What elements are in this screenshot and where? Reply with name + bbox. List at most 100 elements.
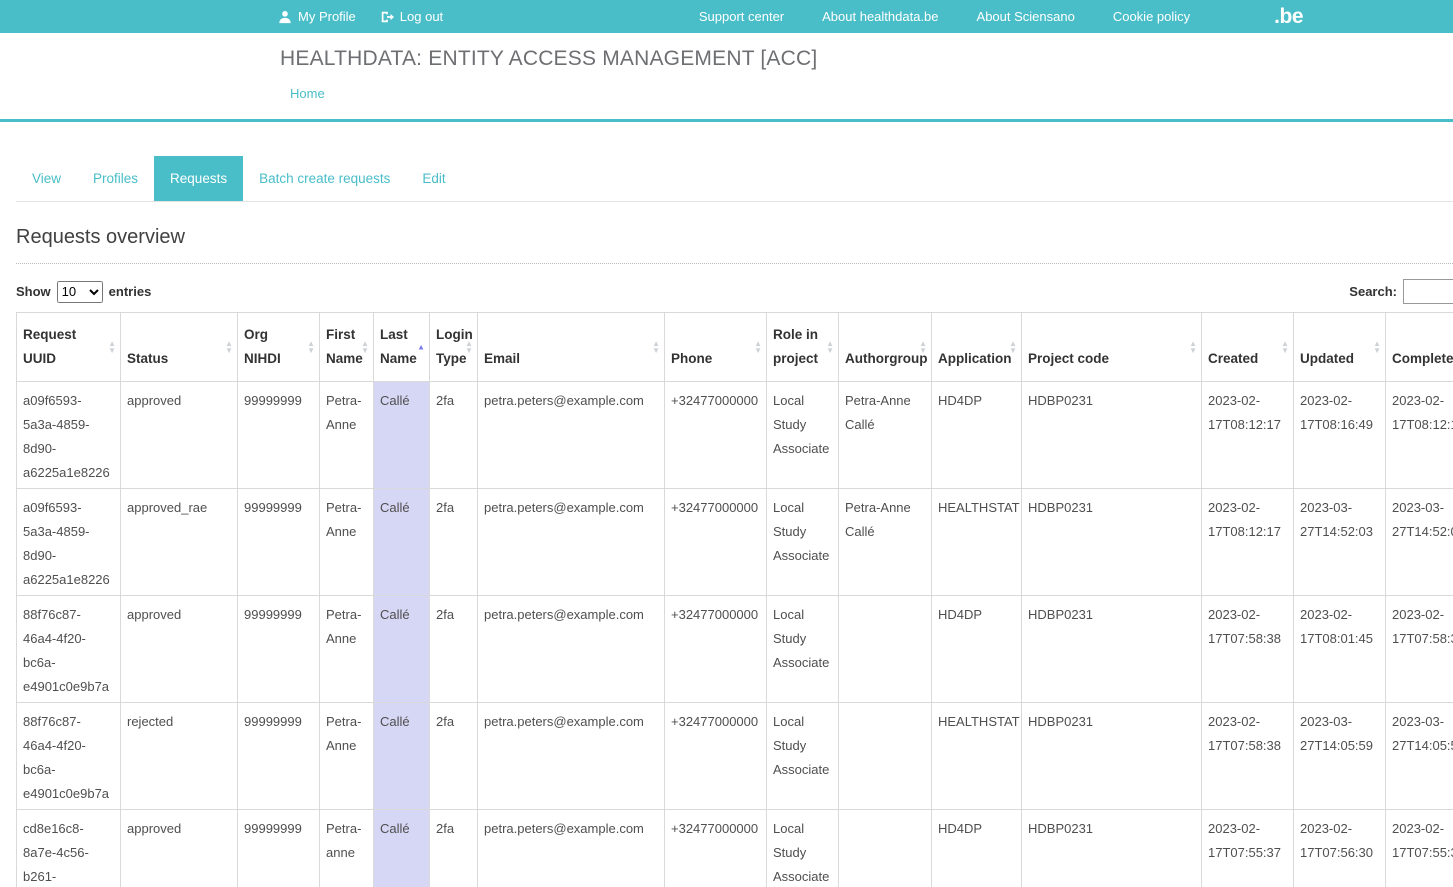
cell-updated: 2023-03-27T14:05:59 — [1294, 703, 1386, 810]
column-label: Last Name — [380, 327, 417, 366]
topbar: My Profile Log out Support center About … — [0, 0, 1453, 33]
search-input[interactable] — [1403, 279, 1453, 304]
about-sciensano-link[interactable]: About Sciensano — [977, 9, 1075, 24]
cell-login-type: 2fa — [430, 810, 478, 887]
column-label: Updated — [1300, 351, 1354, 366]
table-row: a09f6593-5a3a-4859-8d90-a6225a1e8226 app… — [17, 489, 1453, 596]
sort-toggle-icon — [1189, 340, 1197, 354]
cell-login-type: 2fa — [430, 489, 478, 596]
logout-label: Log out — [400, 9, 443, 24]
cell-login-type: 2fa — [430, 382, 478, 489]
cell-first-name: Petra-anne — [320, 810, 374, 887]
be-logo: .be — [1274, 5, 1303, 29]
tab-bar: View Profiles Requests Batch create requ… — [16, 156, 1453, 202]
tab-batch-create-requests[interactable]: Batch create requests — [243, 156, 406, 201]
sort-toggle-icon — [919, 340, 927, 354]
logout-link[interactable]: Log out — [380, 9, 443, 24]
column-header-created[interactable]: Created — [1202, 313, 1294, 382]
topbar-right-nav: Support center About healthdata.be About… — [699, 5, 1303, 29]
cell-org-nihdi: 99999999 — [238, 382, 320, 489]
cell-last-name: Callé — [374, 382, 430, 489]
cell-project-code: HDBP0231 — [1022, 703, 1202, 810]
cell-completed: 2023-02-17T07:55:37 — [1386, 810, 1453, 887]
cell-email: petra.peters@example.com — [478, 596, 665, 703]
my-profile-link[interactable]: My Profile — [278, 9, 356, 24]
support-center-link[interactable]: Support center — [699, 9, 784, 24]
section-heading: Requests overview — [16, 226, 1453, 264]
cell-email: petra.peters@example.com — [478, 810, 665, 887]
cell-org-nihdi: 99999999 — [238, 810, 320, 887]
cell-role-in-project: Local Study Associate — [767, 489, 839, 596]
sort-toggle-icon — [1373, 340, 1381, 354]
column-label: Org NIHDI — [244, 327, 281, 366]
table-controls: Show 10 entries Search: — [16, 279, 1453, 304]
cookie-policy-link[interactable]: Cookie policy — [1113, 9, 1190, 24]
cell-first-name: Petra-Anne — [320, 382, 374, 489]
column-header-request-uuid[interactable]: Request UUID — [17, 313, 121, 382]
tab-view[interactable]: View — [16, 156, 77, 201]
column-label: Authorgroup — [845, 351, 927, 366]
sort-toggle-icon — [465, 340, 473, 354]
cell-status: rejected — [121, 703, 238, 810]
cell-updated: 2023-02-17T07:56:30 — [1294, 810, 1386, 887]
column-header-project-code[interactable]: Project code — [1022, 313, 1202, 382]
my-profile-label: My Profile — [298, 9, 356, 24]
column-label: Status — [127, 351, 168, 366]
table-row: cd8e16c8-8a7e-4c56-b261-e1ff2d23270a app… — [17, 810, 1453, 887]
cell-authorgroup: Petra-Anne Callé — [839, 489, 932, 596]
column-header-completed[interactable]: Completed — [1386, 313, 1453, 382]
search-control: Search: — [1349, 279, 1453, 304]
tab-edit[interactable]: Edit — [406, 156, 461, 201]
column-label: Phone — [671, 351, 712, 366]
cell-status: approved — [121, 382, 238, 489]
sort-toggle-icon — [652, 340, 660, 354]
cell-application: HD4DP — [932, 596, 1022, 703]
cell-phone: +32477000000 — [665, 810, 767, 887]
column-label: Created — [1208, 351, 1258, 366]
cell-completed: 2023-03-27T14:52:03 — [1386, 489, 1453, 596]
column-header-first-name[interactable]: First Name — [320, 313, 374, 382]
breadcrumb-home-link[interactable]: Home — [290, 86, 325, 101]
cell-phone: +32477000000 — [665, 382, 767, 489]
cell-project-code: HDBP0231 — [1022, 489, 1202, 596]
cell-first-name: Petra-Anne — [320, 596, 374, 703]
cell-email: petra.peters@example.com — [478, 703, 665, 810]
cell-org-nihdi: 99999999 — [238, 596, 320, 703]
cell-email: petra.peters@example.com — [478, 382, 665, 489]
cell-last-name: Callé — [374, 489, 430, 596]
column-label: Completed — [1392, 351, 1453, 366]
column-header-phone[interactable]: Phone — [665, 313, 767, 382]
column-header-email[interactable]: Email — [478, 313, 665, 382]
about-healthdata-link[interactable]: About healthdata.be — [822, 9, 938, 24]
cell-login-type: 2fa — [430, 596, 478, 703]
column-header-login-type[interactable]: Login Type — [430, 313, 478, 382]
main-content: View Profiles Requests Batch create requ… — [0, 156, 1453, 887]
sort-toggle-icon — [108, 340, 116, 354]
column-label: Application — [938, 351, 1012, 366]
column-header-application[interactable]: Application — [932, 313, 1022, 382]
cell-created: 2023-02-17T07:58:38 — [1202, 703, 1294, 810]
cell-created: 2023-02-17T08:12:17 — [1202, 382, 1294, 489]
column-header-status[interactable]: Status — [121, 313, 238, 382]
tab-profiles[interactable]: Profiles — [77, 156, 154, 201]
cell-login-type: 2fa — [430, 703, 478, 810]
cell-last-name: Callé — [374, 596, 430, 703]
cell-application: HEALTHSTAT — [932, 489, 1022, 596]
tab-requests[interactable]: Requests — [154, 156, 243, 201]
column-header-role-in-project[interactable]: Role in project — [767, 313, 839, 382]
column-label: Project code — [1028, 351, 1109, 366]
cell-status: approved_rae — [121, 489, 238, 596]
page-length-control: Show 10 entries — [16, 281, 151, 303]
cell-first-name: Petra-Anne — [320, 703, 374, 810]
topbar-left-nav: My Profile Log out — [278, 9, 443, 24]
column-header-updated[interactable]: Updated — [1294, 313, 1386, 382]
column-header-org-nihdi[interactable]: Org NIHDI — [238, 313, 320, 382]
cell-role-in-project: Local Study Associate — [767, 382, 839, 489]
page-size-select[interactable]: 10 — [57, 281, 103, 303]
column-header-last-name[interactable]: Last Name — [374, 313, 430, 382]
cell-status: approved — [121, 810, 238, 887]
cell-request-uuid: 88f76c87-46a4-4f20-bc6a-e4901c0e9b7a — [17, 596, 121, 703]
sort-toggle-icon — [307, 340, 315, 354]
cell-authorgroup — [839, 703, 932, 810]
column-header-authorgroup[interactable]: Authorgroup — [839, 313, 932, 382]
